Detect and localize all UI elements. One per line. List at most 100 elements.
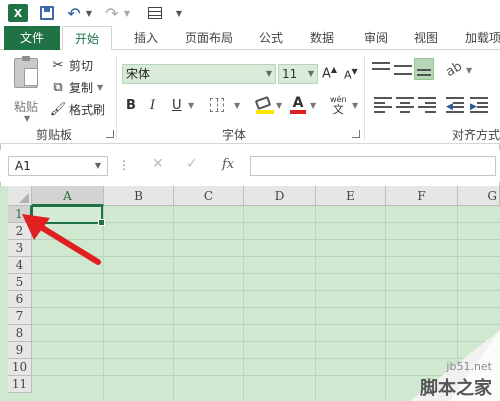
font-launcher-icon[interactable] [352,130,360,138]
orientation-dropdown-icon[interactable]: ▼ [466,66,472,75]
shrink-font-button[interactable]: A▼ [344,67,358,82]
paste-button[interactable]: 粘贴 ▼ [8,56,44,123]
row-header-10[interactable]: 10 [8,359,32,376]
formula-bar: A1 ▼ ⋮ ✕ ✓ fx [0,150,500,182]
cut-label: 剪切 [69,58,94,73]
tab-add-ins[interactable]: 加载项 [458,26,500,50]
clipboard-launcher-icon[interactable] [106,130,114,138]
clipboard-group-label: 剪贴板 [36,128,73,142]
grid-line [385,206,386,401]
underline-button[interactable]: U [172,96,182,114]
paste-label: 粘贴 [14,100,39,114]
cancel-icon[interactable]: ✕ [152,156,164,172]
tab-page-layout[interactable]: 页面布局 [178,26,240,50]
save-icon[interactable] [38,3,56,23]
grid-line [243,206,244,401]
name-box[interactable]: A1 ▼ [8,156,108,176]
annotation-arrow-icon [22,214,101,265]
cut-button[interactable]: ✂ 剪切 [50,56,93,74]
tab-home[interactable]: 开始 [62,26,112,51]
font-color-dropdown-icon[interactable]: ▼ [310,96,316,114]
borders-icon [210,98,224,112]
column-header-f[interactable]: F [386,186,458,206]
align-top-icon[interactable] [372,62,390,70]
ribbon-home: 粘贴 ▼ ✂ 剪切 ⧉ 复制 ▼ 🖌 格式刷 剪贴板 宋体 ▼ 11 ▼ A▲ … [0,50,500,144]
font-name-value: 宋体 [126,67,151,81]
grow-font-button[interactable]: A▲ [322,65,337,81]
column-header-b[interactable]: B [104,186,174,206]
fill-color-button[interactable] [254,95,274,114]
copy-dropdown-icon[interactable]: ▼ [97,83,103,92]
copy-button[interactable]: ⧉ 复制 ▼ [50,78,103,96]
row-header-9[interactable]: 9 [8,342,32,359]
grid-line [32,324,500,325]
undo-icon[interactable]: ↶ [66,3,82,23]
align-center-icon[interactable] [396,97,414,113]
form-icon[interactable] [146,3,164,23]
undo-dropdown-icon[interactable]: ▼ [84,3,94,23]
name-box-value: A1 [15,159,31,173]
quick-access-toolbar: X ↶ ▼ ↷ ▼ ▼ [0,0,500,26]
font-size-dropdown-icon[interactable]: ▼ [308,65,314,83]
font-color-icon: A [292,95,304,111]
column-header-g[interactable]: G [458,186,500,206]
font-name-dropdown-icon[interactable]: ▼ [266,65,272,83]
column-header-d[interactable]: D [244,186,316,206]
align-bottom-icon[interactable] [414,58,434,80]
customize-qat-icon[interactable]: ▼ [174,3,184,23]
watermark-site: jb51.net [446,360,492,373]
font-group-label: 字体 [222,128,247,142]
row-header-11[interactable]: 11 [8,376,32,393]
italic-button[interactable]: I [150,96,155,114]
font-color-button[interactable]: A [290,96,306,114]
phonetic-dropdown-icon[interactable]: ▼ [352,96,358,114]
align-right-icon[interactable] [418,97,436,113]
grid-line [32,307,500,308]
formula-buttons: ✕ ✓ fx [138,156,246,176]
row-header-6[interactable]: 6 [8,291,32,308]
tab-view[interactable]: 视图 [408,26,444,50]
bold-button[interactable]: B [126,96,136,114]
align-left-icon[interactable] [374,97,392,113]
watermark-brand: 脚本之家 [420,378,492,399]
decrease-indent-icon[interactable]: ◀ [446,97,464,113]
row-header-8[interactable]: 8 [8,325,32,342]
font-size-select[interactable]: 11 ▼ [278,64,318,84]
tab-insert[interactable]: 插入 [126,26,166,50]
font-name-select[interactable]: 宋体 ▼ [122,64,276,84]
fill-color-dropdown-icon[interactable]: ▼ [276,96,282,114]
grid-line [315,206,316,401]
tab-data[interactable]: 数据 [304,26,340,50]
increase-indent-icon[interactable]: ▶ [470,97,488,113]
paintbrush-icon: 🖌 [49,101,67,117]
grid-line [32,290,500,291]
redo-icon[interactable]: ↷ [104,3,120,23]
tab-formulas[interactable]: 公式 [253,26,289,50]
grow-font-icon: A [322,66,331,82]
align-middle-icon[interactable] [394,65,412,75]
more-options-icon[interactable]: ⋮ [118,158,130,172]
row-header-7[interactable]: 7 [8,308,32,325]
borders-button[interactable] [210,96,224,114]
paste-sheet-icon [24,68,38,86]
orientation-icon[interactable]: ab [443,59,465,80]
ribbon-tabs: 文件 开始 插入 页面布局 公式 数据 审阅 视图 加载项 [0,26,500,51]
font-size-value: 11 [282,67,298,81]
insert-function-icon[interactable]: fx [222,157,234,172]
phonetic-guide-button[interactable]: wén 文 [330,96,347,116]
group-separator [364,56,365,140]
name-box-dropdown-icon[interactable]: ▼ [95,157,101,175]
phonetic-char: 文 [332,103,344,116]
paste-dropdown-icon[interactable]: ▼ [24,114,30,123]
column-header-c[interactable]: C [174,186,244,206]
borders-dropdown-icon[interactable]: ▼ [234,96,240,114]
format-painter-label: 格式刷 [69,102,106,117]
formula-input[interactable] [250,156,496,176]
redo-dropdown-icon[interactable]: ▼ [122,3,132,23]
format-painter-button[interactable]: 🖌 格式刷 [50,100,105,118]
enter-icon[interactable]: ✓ [186,156,198,172]
tab-file[interactable]: 文件 [4,26,60,50]
underline-dropdown-icon[interactable]: ▼ [188,96,194,114]
tab-review[interactable]: 审阅 [358,26,394,50]
column-header-e[interactable]: E [316,186,386,206]
